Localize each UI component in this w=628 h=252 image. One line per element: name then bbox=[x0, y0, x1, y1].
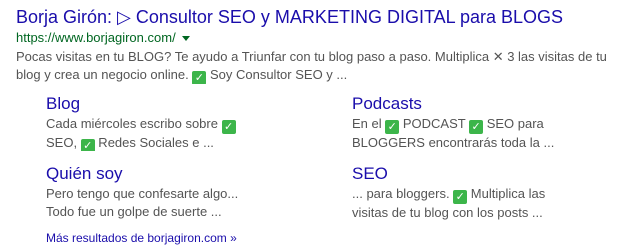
sitelink-quien-soy-desc: Pero tengo que confesarte algo... Todo f… bbox=[46, 185, 286, 221]
sitelink-desc-text: ... para bloggers. bbox=[352, 186, 454, 201]
snippet-line-1: Pocas visitas en tu BLOG? Te ayudo a Tri… bbox=[16, 49, 607, 64]
sitelink-desc-text: Pero tengo que confesarte algo... bbox=[46, 186, 239, 201]
sitelink-seo-desc: ... para bloggers. ✓ Multiplica las visi… bbox=[352, 185, 592, 221]
green-check-icon: ✓ bbox=[469, 120, 484, 134]
sitelink-desc-text: Todo fue un golpe de suerte ... bbox=[46, 204, 222, 219]
sitelink-blog-desc: Cada miércoles escribo sobre ✓ SEO, ✓ Re… bbox=[46, 115, 286, 151]
result-snippet: Pocas visitas en tu BLOG? Te ayudo a Tri… bbox=[16, 48, 614, 84]
sitelink-desc-text: Multiplica las bbox=[467, 186, 546, 201]
url-menu-caret-icon[interactable] bbox=[181, 35, 190, 41]
result-url: https://www.borjagiron.com/ bbox=[16, 30, 176, 45]
sitelink-seo: SEO ... para bloggers. ✓ Multiplica las … bbox=[352, 164, 592, 221]
sitelink-podcasts-desc: En el ✓ PODCAST ✓ SEO para BLOGGERS enco… bbox=[352, 115, 592, 151]
result-url-row: https://www.borjagiron.com/ bbox=[16, 30, 616, 46]
sitelink-desc-text: SEO, bbox=[46, 135, 81, 150]
more-results-link[interactable]: Más resultados de borjagiron.com » bbox=[46, 231, 237, 246]
green-check-icon: ✓ bbox=[80, 139, 95, 151]
snippet-line-2-start: blog y crea un negocio online. bbox=[16, 67, 193, 82]
green-check-icon: ✓ bbox=[453, 190, 468, 204]
sitelink-podcasts: Podcasts En el ✓ PODCAST ✓ SEO para BLOG… bbox=[352, 94, 592, 151]
sitelink-blog-title[interactable]: Blog bbox=[46, 94, 286, 114]
result-title-link[interactable]: Borja Girón: ▷ Consultor SEO y MARKETING… bbox=[16, 6, 616, 28]
sitelink-quien-soy-title[interactable]: Quién soy bbox=[46, 164, 286, 184]
sitelink-desc-text: Cada miércoles escribo sobre bbox=[46, 116, 222, 131]
green-check-icon: ✓ bbox=[385, 120, 400, 134]
sitelink-quien-soy: Quién soy Pero tengo que confesarte algo… bbox=[46, 164, 286, 221]
sitelink-blog: Blog Cada miércoles escribo sobre ✓ SEO,… bbox=[46, 94, 286, 151]
sitelink-seo-title[interactable]: SEO bbox=[352, 164, 592, 184]
sitelink-podcasts-title[interactable]: Podcasts bbox=[352, 94, 592, 114]
sitelink-desc-text: SEO para bbox=[483, 116, 544, 131]
green-check-icon: ✓ bbox=[221, 120, 236, 134]
sitelink-desc-text: Redes Sociales e ... bbox=[94, 135, 214, 150]
sitelink-desc-text: visitas de tu blog con los posts ... bbox=[352, 205, 543, 220]
search-result: Borja Girón: ▷ Consultor SEO y MARKETING… bbox=[16, 6, 616, 84]
sitelink-desc-text: PODCAST bbox=[399, 116, 470, 131]
snippet-line-2-end: Soy Consultor SEO y ... bbox=[206, 67, 348, 82]
green-check-icon: ✓ bbox=[192, 71, 207, 84]
sitelink-desc-text: En el bbox=[352, 116, 386, 131]
sitelink-desc-text: BLOGGERS encontrarás toda la ... bbox=[352, 135, 555, 150]
